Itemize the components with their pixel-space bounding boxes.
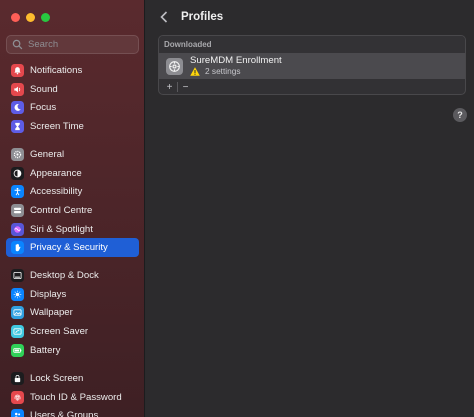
speaker-icon <box>11 82 24 96</box>
sidebar-item-control-centre[interactable]: Control Centre <box>6 201 139 220</box>
appearance-icon <box>11 166 24 180</box>
siri-icon <box>11 222 24 236</box>
sidebar-item-notifications[interactable]: Notifications <box>6 61 139 80</box>
lock-icon <box>11 371 24 385</box>
section-header: Downloaded <box>159 36 465 53</box>
sidebar-group-notifications: Notifications Sound Focus Screen Time <box>6 61 139 136</box>
sidebar-item-general[interactable]: General <box>6 145 139 164</box>
remove-profile-button[interactable]: − <box>178 81 193 94</box>
toolbar: Profiles <box>146 0 474 34</box>
sidebar-item-label: Desktop & Dock <box>30 269 99 281</box>
wallpaper-icon <box>11 306 24 320</box>
sidebar-item-accessibility[interactable]: Accessibility <box>6 182 139 201</box>
sidebar-item-label: Focus <box>30 102 57 114</box>
accessibility-icon <box>11 185 24 199</box>
screen-saver-icon <box>11 324 24 338</box>
sidebar: Search Notifications Sound Focus Screen Tim… <box>0 0 145 417</box>
sidebar-item-label: Touch ID & Password <box>30 391 122 403</box>
sidebar-item-label: Control Centre <box>30 204 93 216</box>
profile-row[interactable]: SureMDM Enrollment 2 settings <box>159 53 465 79</box>
sidebar-item-label: Sound <box>30 83 58 95</box>
hand-icon <box>11 241 24 255</box>
close-button[interactable] <box>11 13 20 22</box>
sidebar-item-displays[interactable]: Displays <box>6 285 139 304</box>
profile-settings-count: 2 settings <box>205 65 241 76</box>
sidebar-item-touch-id-password[interactable]: Touch ID & Password <box>6 388 139 407</box>
warning-icon <box>190 67 200 76</box>
sidebar-item-label: Lock Screen <box>30 372 84 384</box>
profile-subtitle: 2 settings <box>190 65 282 76</box>
sidebar-group-desktop: Desktop & Dock Displays Wallpaper Screen Sa… <box>6 266 139 359</box>
sidebar-item-label: Screen Time <box>30 120 84 132</box>
page-title: Profiles <box>181 11 224 23</box>
settings-window: Search Notifications Sound Focus Screen Tim… <box>0 0 474 417</box>
control-centre-icon <box>11 203 24 217</box>
minimize-button[interactable] <box>26 13 35 22</box>
battery-icon <box>11 343 24 357</box>
users-icon <box>11 409 24 417</box>
sidebar-item-label: Notifications <box>30 64 83 76</box>
help-button[interactable]: ? <box>453 108 467 122</box>
gear-badge-icon <box>169 60 180 72</box>
sidebar-item-label: Siri & Spotlight <box>30 223 93 235</box>
sidebar-item-privacy-security[interactable]: Privacy & Security <box>6 238 139 258</box>
dock-icon <box>11 268 24 282</box>
sidebar-item-label: Battery <box>30 344 61 356</box>
sidebar-item-wallpaper[interactable]: Wallpaper <box>6 303 139 322</box>
sidebar-item-label: Accessibility <box>30 186 83 198</box>
panel-footer: + − <box>159 79 465 94</box>
sidebar-item-label: Wallpaper <box>30 307 73 319</box>
zoom-button[interactable] <box>41 13 50 22</box>
sidebar-group-security: Lock Screen Touch ID & Password Users & Gr… <box>6 369 139 417</box>
search-icon <box>12 39 23 50</box>
sidebar-item-users-groups[interactable]: Users & Groups <box>6 406 139 417</box>
sidebar-item-focus[interactable]: Focus <box>6 98 139 117</box>
search-field[interactable]: Search <box>6 35 139 54</box>
hourglass-icon <box>11 119 24 133</box>
traffic-lights <box>11 13 50 22</box>
profile-text: SureMDM Enrollment 2 settings <box>190 55 282 76</box>
sidebar-item-label: Users & Groups <box>30 410 99 417</box>
sidebar-item-label: General <box>30 148 65 160</box>
sidebar-item-screen-saver[interactable]: Screen Saver <box>6 322 139 341</box>
sidebar-item-label: Displays <box>30 288 67 300</box>
back-button[interactable] <box>157 10 171 24</box>
sidebar-item-sound[interactable]: Sound <box>6 80 139 99</box>
sun-icon <box>11 287 24 301</box>
sidebar-item-battery[interactable]: Battery <box>6 341 139 360</box>
sidebar-item-label: Privacy & Security <box>30 242 108 254</box>
moon-icon <box>11 101 24 115</box>
profile-icon <box>166 57 183 75</box>
sidebar-item-siri-spotlight[interactable]: Siri & Spotlight <box>6 220 139 239</box>
main-pane: Profiles Downloaded SureMDM Enrollment 2… <box>146 0 474 417</box>
chevron-left-icon <box>160 11 168 23</box>
sidebar-item-appearance[interactable]: Appearance <box>6 164 139 183</box>
sidebar-item-label: Screen Saver <box>30 325 89 337</box>
sidebar-group-general: General Appearance Accessibility Control Ce… <box>6 145 139 258</box>
sidebar-item-screen-time[interactable]: Screen Time <box>6 117 139 136</box>
fingerprint-icon <box>11 390 24 404</box>
profiles-panel: Downloaded SureMDM Enrollment 2 settings… <box>158 35 466 95</box>
sidebar-item-desktop-dock[interactable]: Desktop & Dock <box>6 266 139 285</box>
add-profile-button[interactable]: + <box>162 81 177 94</box>
sidebar-item-lock-screen[interactable]: Lock Screen <box>6 369 139 388</box>
gear-icon <box>11 147 24 161</box>
sidebar-item-label: Appearance <box>30 167 82 179</box>
search-placeholder: Search <box>28 39 59 50</box>
bell-icon <box>11 63 24 77</box>
